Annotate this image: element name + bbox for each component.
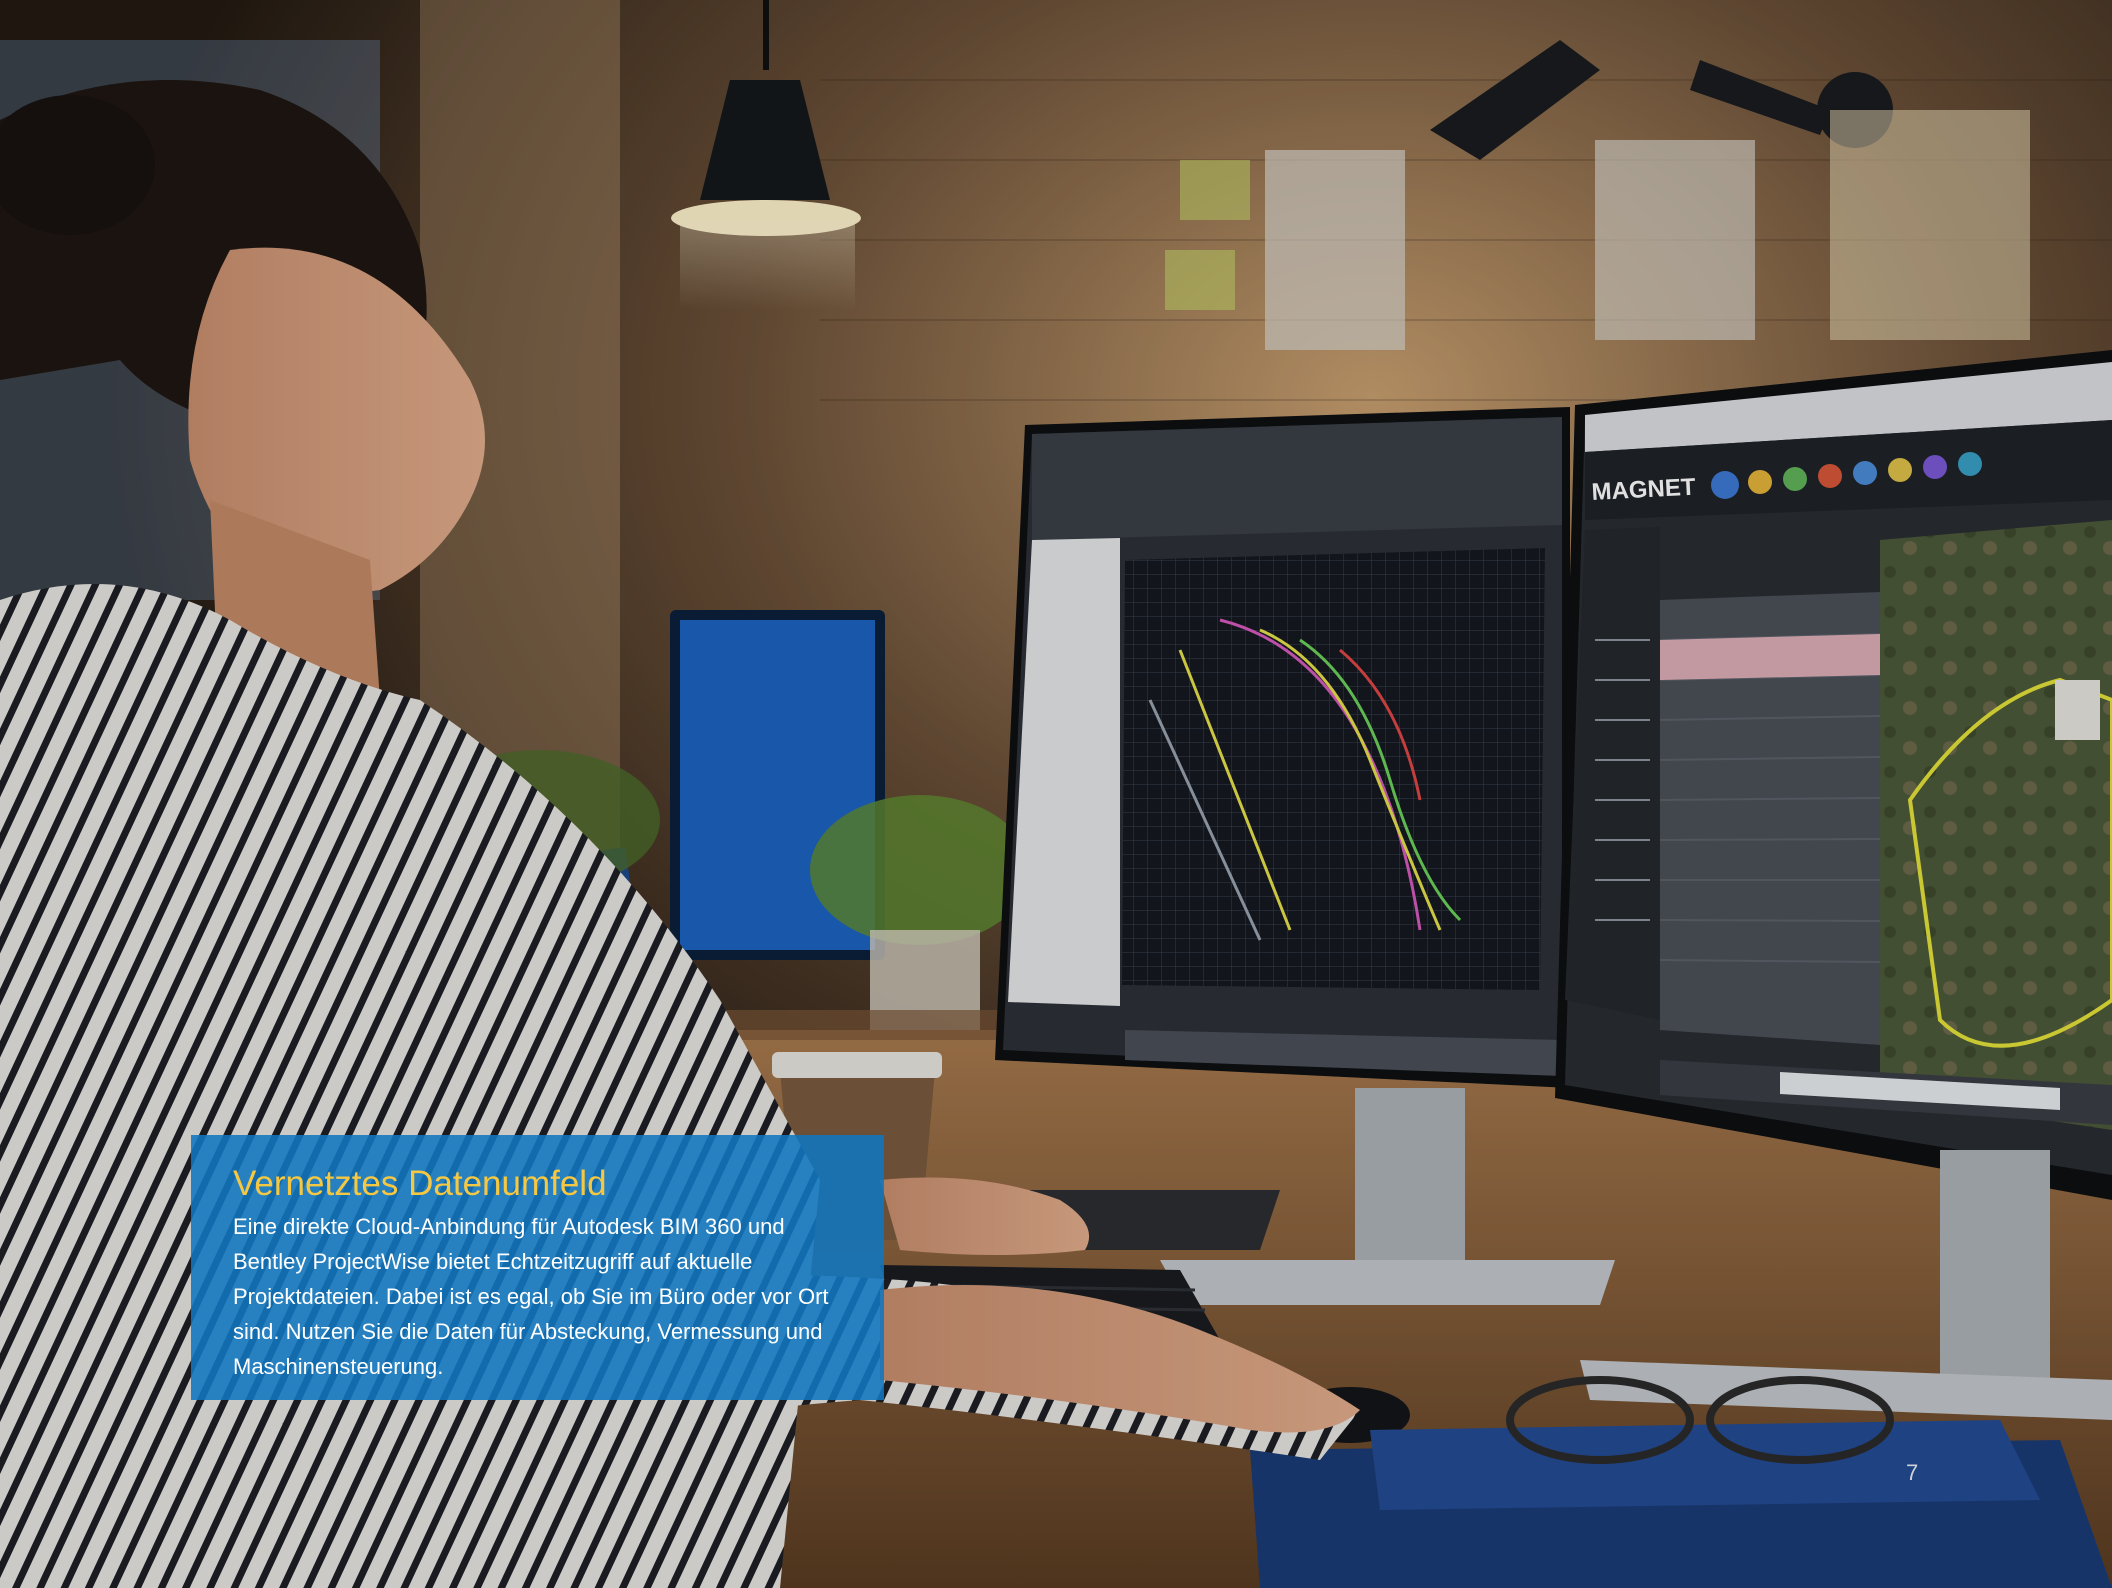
caption-body: Eine direkte Cloud-Anbindung für Autodes… <box>233 1214 829 1379</box>
caption-title: Vernetztes Datenumfeld <box>233 1164 607 1203</box>
caption-box: Vernetztes Datenumfeld Eine direkte Clou… <box>191 1135 884 1400</box>
brochure-page: MAGNET Vernetztes Datenumfeld Eine direk… <box>0 0 2112 1588</box>
page-number: 7 <box>1906 1460 1919 1485</box>
